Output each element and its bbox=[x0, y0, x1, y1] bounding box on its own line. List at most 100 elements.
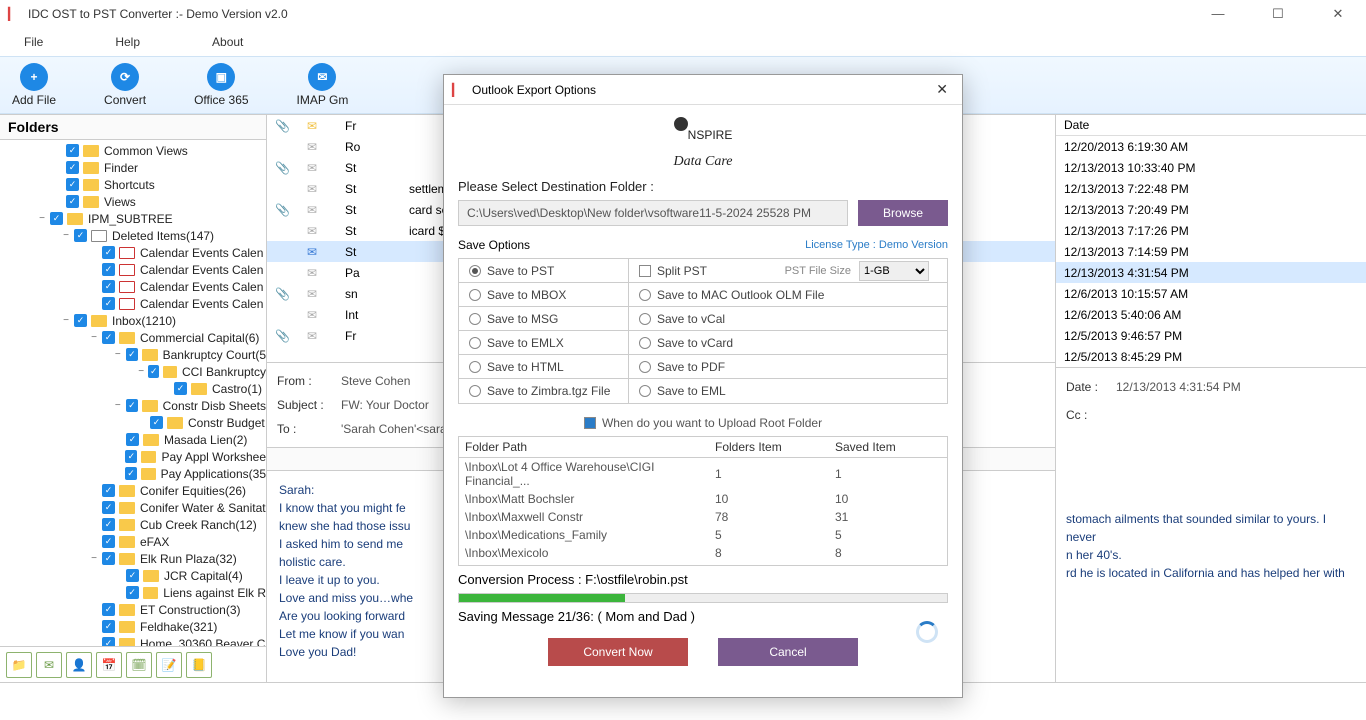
date-row[interactable]: 12/5/2013 9:46:57 PM bbox=[1056, 325, 1366, 346]
license-type: License Type : Demo Version bbox=[805, 239, 948, 251]
view-mail-icon[interactable]: ✉ bbox=[36, 652, 62, 678]
dialog-title: Outlook Export Options bbox=[472, 83, 930, 97]
view-journal-icon[interactable]: 📒 bbox=[186, 652, 212, 678]
dialog-close-button[interactable]: ✕ bbox=[930, 81, 954, 98]
progress-bar bbox=[458, 593, 948, 603]
tree-item[interactable]: ✓Calendar Events Calen bbox=[0, 244, 266, 261]
date-row[interactable]: 12/5/2013 8:45:29 PM bbox=[1056, 346, 1366, 367]
destination-label: Please Select Destination Folder : bbox=[458, 179, 948, 194]
save-option-radio[interactable] bbox=[469, 337, 481, 349]
view-contacts-icon[interactable]: 👤 bbox=[66, 652, 92, 678]
toolbar-imap-gm[interactable]: ✉IMAP Gm bbox=[297, 63, 349, 107]
tree-item[interactable]: −✓Commercial Capital(6) bbox=[0, 329, 266, 346]
date-row[interactable]: 12/13/2013 7:22:48 PM bbox=[1056, 178, 1366, 199]
preview-line: n her 40's. bbox=[1066, 546, 1356, 564]
tree-item[interactable]: −✓Elk Run Plaza(32) bbox=[0, 550, 266, 567]
cancel-button[interactable]: Cancel bbox=[718, 638, 858, 666]
save-option-radio[interactable] bbox=[469, 361, 481, 373]
view-folder-icon[interactable]: 📁 bbox=[6, 652, 32, 678]
save-option-radio[interactable] bbox=[639, 289, 651, 301]
maximize-button[interactable]: ☐ bbox=[1258, 6, 1298, 22]
tree-item[interactable]: ✓Calendar Events Calen bbox=[0, 295, 266, 312]
tree-item[interactable]: −✓Bankruptcy Court(5 bbox=[0, 346, 266, 363]
tree-item[interactable]: ✓Calendar Events Calen bbox=[0, 261, 266, 278]
view-calendar-icon[interactable]: 📅 bbox=[96, 652, 122, 678]
subject-label: Subject : bbox=[277, 398, 341, 412]
spinner-icon bbox=[916, 621, 938, 643]
save-option-radio[interactable] bbox=[469, 385, 481, 397]
tree-item[interactable]: ✓Conifer Equities(26) bbox=[0, 482, 266, 499]
tree-item[interactable]: ✓Cub Creek Ranch(12) bbox=[0, 516, 266, 533]
close-button[interactable]: ✕ bbox=[1318, 6, 1358, 22]
export-options-dialog: ▎ Outlook Export Options ✕ NSPIRE Data C… bbox=[443, 74, 963, 698]
tree-item[interactable]: ✓JCR Capital(4) bbox=[0, 567, 266, 584]
minimize-button[interactable]: — bbox=[1198, 6, 1238, 22]
progress-row: \Inbox\Medications_Family55 bbox=[459, 526, 947, 544]
tree-item[interactable]: ✓Feldhake(321) bbox=[0, 618, 266, 635]
toolbar-office-365[interactable]: ▣Office 365 bbox=[194, 63, 248, 107]
tree-item[interactable]: ✓eFAX bbox=[0, 533, 266, 550]
save-option-radio[interactable] bbox=[639, 337, 651, 349]
browse-button[interactable]: Browse bbox=[858, 200, 948, 226]
tree-item[interactable]: −✓Inbox(1210) bbox=[0, 312, 266, 329]
save-option-radio[interactable] bbox=[469, 289, 481, 301]
upload-root-label: When do you want to Upload Root Folder bbox=[602, 416, 822, 430]
progress-table: Folder PathFolders ItemSaved Item\Inbox\… bbox=[458, 436, 948, 566]
tree-item[interactable]: −✓IPM_SUBTREE bbox=[0, 210, 266, 227]
meta-cc-label: Cc : bbox=[1066, 408, 1116, 422]
date-row[interactable]: 12/13/2013 7:17:26 PM bbox=[1056, 220, 1366, 241]
date-row[interactable]: 12/6/2013 5:40:06 AM bbox=[1056, 304, 1366, 325]
tree-item[interactable]: ✓Pay Applications(35 bbox=[0, 465, 266, 482]
meta-date-label: Date : bbox=[1066, 380, 1116, 394]
meta-date-value: 12/13/2013 4:31:54 PM bbox=[1116, 380, 1241, 394]
tree-item[interactable]: ✓Shortcuts bbox=[0, 176, 266, 193]
tree-item[interactable]: ✓Views bbox=[0, 193, 266, 210]
save-option-radio[interactable] bbox=[639, 385, 651, 397]
view-tasks-icon[interactable]: 🗓 bbox=[126, 652, 152, 678]
toolbar-convert[interactable]: ⟳Convert bbox=[104, 63, 146, 107]
preview-line: rd he is located in California and has h… bbox=[1066, 564, 1356, 582]
convert-now-button[interactable]: Convert Now bbox=[548, 638, 688, 666]
date-row[interactable]: 12/13/2013 7:20:49 PM bbox=[1056, 199, 1366, 220]
save-option-radio[interactable] bbox=[469, 265, 481, 277]
date-row[interactable]: 12/6/2013 10:15:57 AM bbox=[1056, 283, 1366, 304]
app-icon: ▎ bbox=[8, 7, 22, 21]
tree-item[interactable]: −✓CCI Bankruptcy bbox=[0, 363, 266, 380]
subject-value: FW: Your Doctor bbox=[341, 398, 429, 412]
save-option-radio[interactable] bbox=[639, 313, 651, 325]
tree-item[interactable]: ✓Pay Appl Workshee bbox=[0, 448, 266, 465]
save-options-label: Save Options bbox=[458, 238, 530, 252]
tree-item[interactable]: ✓Masada Lien(2) bbox=[0, 431, 266, 448]
saving-message: Saving Message 21/36: ( Mom and Dad ) bbox=[444, 603, 962, 630]
tree-item[interactable]: ✓ET Construction(3) bbox=[0, 601, 266, 618]
window-title: IDC OST to PST Converter :- Demo Version… bbox=[28, 7, 1198, 21]
tree-item[interactable]: ✓Liens against Elk R bbox=[0, 584, 266, 601]
tree-item[interactable]: ✓Common Views bbox=[0, 142, 266, 159]
date-row[interactable]: 12/13/2013 7:14:59 PM bbox=[1056, 241, 1366, 262]
upload-root-checkbox[interactable] bbox=[584, 417, 596, 429]
split-pst-checkbox[interactable] bbox=[639, 265, 651, 277]
date-row[interactable]: 12/20/2013 6:19:30 AM bbox=[1056, 136, 1366, 157]
tree-item[interactable]: −✓Constr Disb Sheets bbox=[0, 397, 266, 414]
toolbar-add-file[interactable]: +Add File bbox=[12, 63, 56, 107]
tree-item[interactable]: ✓Castro(1) bbox=[0, 380, 266, 397]
menu-about[interactable]: About bbox=[212, 35, 243, 49]
menu-file[interactable]: File bbox=[24, 35, 43, 49]
view-notes-icon[interactable]: 📝 bbox=[156, 652, 182, 678]
date-row[interactable]: 12/13/2013 4:31:54 PM bbox=[1056, 262, 1366, 283]
save-option-radio[interactable] bbox=[639, 361, 651, 373]
tree-item[interactable]: −✓Deleted Items(147) bbox=[0, 227, 266, 244]
tree-item[interactable]: ✓Finder bbox=[0, 159, 266, 176]
dialog-icon: ▎ bbox=[452, 83, 466, 97]
tree-item[interactable]: ✓Constr Budget bbox=[0, 414, 266, 431]
tree-item[interactable]: ✓Conifer Water & Sanitat bbox=[0, 499, 266, 516]
save-option-radio[interactable] bbox=[469, 313, 481, 325]
date-column-header[interactable]: Date bbox=[1056, 115, 1366, 136]
progress-row: \Inbox\Maxwell Constr7831 bbox=[459, 508, 947, 526]
menu-help[interactable]: Help bbox=[115, 35, 140, 49]
pst-size-select[interactable]: 1-GB bbox=[859, 261, 929, 281]
date-row[interactable]: 12/13/2013 10:33:40 PM bbox=[1056, 157, 1366, 178]
tree-item[interactable]: ✓Calendar Events Calen bbox=[0, 278, 266, 295]
destination-input[interactable] bbox=[458, 200, 848, 226]
tree-item[interactable]: ✓Home. 30360 Beaver C bbox=[0, 635, 266, 646]
